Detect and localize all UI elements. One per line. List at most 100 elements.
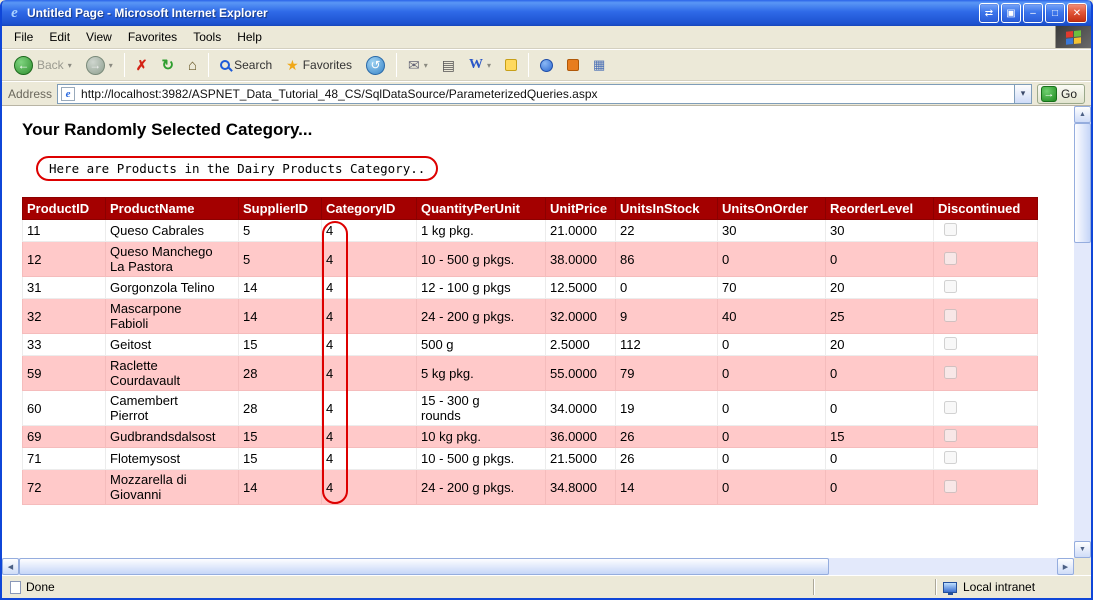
- cell-productid: 60: [23, 391, 106, 426]
- back-button[interactable]: ← Back ▾: [8, 53, 78, 78]
- forward-dropdown-icon[interactable]: ▾: [109, 61, 113, 70]
- close-button[interactable]: ✕: [1067, 3, 1087, 23]
- back-dropdown-icon[interactable]: ▾: [68, 61, 72, 70]
- cell-supplierid: 14: [239, 277, 322, 299]
- window-arrows-button[interactable]: ⇄: [979, 3, 999, 23]
- cell-unitsonorder: 0: [718, 356, 826, 391]
- mail-button[interactable]: ✉ ▾: [402, 55, 434, 75]
- vertical-scroll-track[interactable]: [1074, 123, 1091, 541]
- research-button[interactable]: ▦: [587, 54, 611, 76]
- address-input[interactable]: [79, 86, 1014, 102]
- favorites-icon: ★: [286, 58, 299, 72]
- cell-reorderlevel: 30: [826, 220, 934, 242]
- search-button[interactable]: Search: [214, 55, 278, 75]
- window-restore-button[interactable]: ▣: [1001, 3, 1021, 23]
- cell-unitprice: 36.0000: [546, 426, 616, 448]
- refresh-button[interactable]: ↻: [155, 55, 180, 76]
- table-row: 31Gorgonzola Telino14412 - 100 g pkgs12.…: [23, 277, 1038, 299]
- cell-productname: Raclette Courdavault: [106, 356, 239, 391]
- vertical-scroll-thumb[interactable]: [1074, 123, 1091, 243]
- menu-tools[interactable]: Tools: [185, 28, 229, 46]
- cell-productid: 33: [23, 334, 106, 356]
- edit-dropdown-icon[interactable]: ▾: [487, 61, 491, 70]
- mail-dropdown-icon[interactable]: ▾: [424, 61, 428, 70]
- cell-unitsonorder: 40: [718, 299, 826, 334]
- menu-edit[interactable]: Edit: [41, 28, 78, 46]
- scroll-down-button[interactable]: ▼: [1074, 541, 1091, 558]
- menu-file[interactable]: File: [6, 28, 41, 46]
- horizontal-scrollbar[interactable]: ◀ ▶: [2, 558, 1074, 575]
- table-header-row: ProductID ProductName SupplierID Categor…: [23, 198, 1038, 220]
- cell-productname: Gorgonzola Telino: [106, 277, 239, 299]
- cell-supplierid: 15: [239, 334, 322, 356]
- cell-quantityperunit: 24 - 200 g pkgs.: [417, 299, 546, 334]
- window-controls: ⇄ ▣ – □ ✕: [979, 3, 1087, 23]
- scroll-right-button[interactable]: ▶: [1057, 558, 1074, 575]
- back-icon: ←: [14, 56, 33, 75]
- status-bar: Done Local intranet: [2, 575, 1091, 598]
- discontinued-checkbox: [944, 429, 957, 442]
- cell-productname: Camembert Pierrot: [106, 391, 239, 426]
- horizontal-scroll-track[interactable]: [19, 558, 1057, 575]
- home-button[interactable]: ⌂: [182, 55, 203, 76]
- menu-favorites[interactable]: Favorites: [120, 28, 185, 46]
- discuss-button[interactable]: [499, 56, 523, 74]
- search-label: Search: [234, 58, 272, 72]
- table-row: 69Gudbrandsdalsost15410 kg pkg.36.000026…: [23, 426, 1038, 448]
- go-arrow-icon: →: [1041, 86, 1057, 102]
- table-row: 59Raclette Courdavault2845 kg pkg.55.000…: [23, 356, 1038, 391]
- cell-unitsinstock: 9: [616, 299, 718, 334]
- cell-unitsinstock: 26: [616, 448, 718, 470]
- scroll-left-button[interactable]: ◀: [2, 558, 19, 575]
- cell-supplierid: 14: [239, 299, 322, 334]
- vertical-scrollbar[interactable]: ▲ ▼: [1074, 106, 1091, 558]
- cell-unitsonorder: 0: [718, 426, 826, 448]
- cell-discontinued: [934, 299, 1038, 334]
- media-icon: [567, 59, 579, 71]
- address-dropdown-button[interactable]: ▾: [1014, 85, 1031, 103]
- menu-bar: File Edit View Favorites Tools Help: [2, 26, 1091, 49]
- cell-productname: Geitost: [106, 334, 239, 356]
- cell-discontinued: [934, 448, 1038, 470]
- cell-unitprice: 34.0000: [546, 391, 616, 426]
- header-supplierid: SupplierID: [239, 198, 322, 220]
- go-button[interactable]: → Go: [1037, 84, 1085, 104]
- cell-unitprice: 38.0000: [546, 242, 616, 277]
- products-table: ProductID ProductName SupplierID Categor…: [22, 197, 1038, 505]
- cell-reorderlevel: 0: [826, 470, 934, 505]
- table-row: 11Queso Cabrales541 kg pkg.21.0000223030: [23, 220, 1038, 242]
- menu-view[interactable]: View: [78, 28, 120, 46]
- browser-window: e Untitled Page - Microsoft Internet Exp…: [0, 0, 1093, 600]
- horizontal-scroll-thumb[interactable]: [19, 558, 829, 575]
- forward-button[interactable]: → ▾: [80, 53, 119, 78]
- cell-unitsonorder: 0: [718, 470, 826, 505]
- cell-quantityperunit: 500 g: [417, 334, 546, 356]
- messenger-button[interactable]: [534, 56, 559, 75]
- print-button[interactable]: ▤: [436, 55, 461, 75]
- cell-unitprice: 2.5000: [546, 334, 616, 356]
- forward-icon: →: [86, 56, 105, 75]
- cell-discontinued: [934, 356, 1038, 391]
- cell-unitsinstock: 22: [616, 220, 718, 242]
- page-content: Your Randomly Selected Category... Here …: [2, 106, 1074, 558]
- minimize-button[interactable]: –: [1023, 3, 1043, 23]
- favorites-button[interactable]: ★ Favorites: [280, 55, 358, 75]
- maximize-button[interactable]: □: [1045, 3, 1065, 23]
- header-productid: ProductID: [23, 198, 106, 220]
- cell-unitsonorder: 0: [718, 334, 826, 356]
- cell-quantityperunit: 24 - 200 g pkgs.: [417, 470, 546, 505]
- cell-supplierid: 5: [239, 242, 322, 277]
- discontinued-checkbox: [944, 337, 957, 350]
- cell-unitsinstock: 86: [616, 242, 718, 277]
- cell-productid: 11: [23, 220, 106, 242]
- toolbar-separator: [208, 53, 209, 77]
- stop-button[interactable]: ✗: [130, 55, 154, 75]
- cell-reorderlevel: 20: [826, 334, 934, 356]
- header-reorderlevel: ReorderLevel: [826, 198, 934, 220]
- menu-help[interactable]: Help: [229, 28, 270, 46]
- edit-with-word-button[interactable]: W ▾: [463, 55, 497, 75]
- history-button[interactable]: ↺: [360, 53, 391, 78]
- scroll-up-button[interactable]: ▲: [1074, 106, 1091, 123]
- cell-supplierid: 15: [239, 448, 322, 470]
- media-button[interactable]: [561, 56, 585, 74]
